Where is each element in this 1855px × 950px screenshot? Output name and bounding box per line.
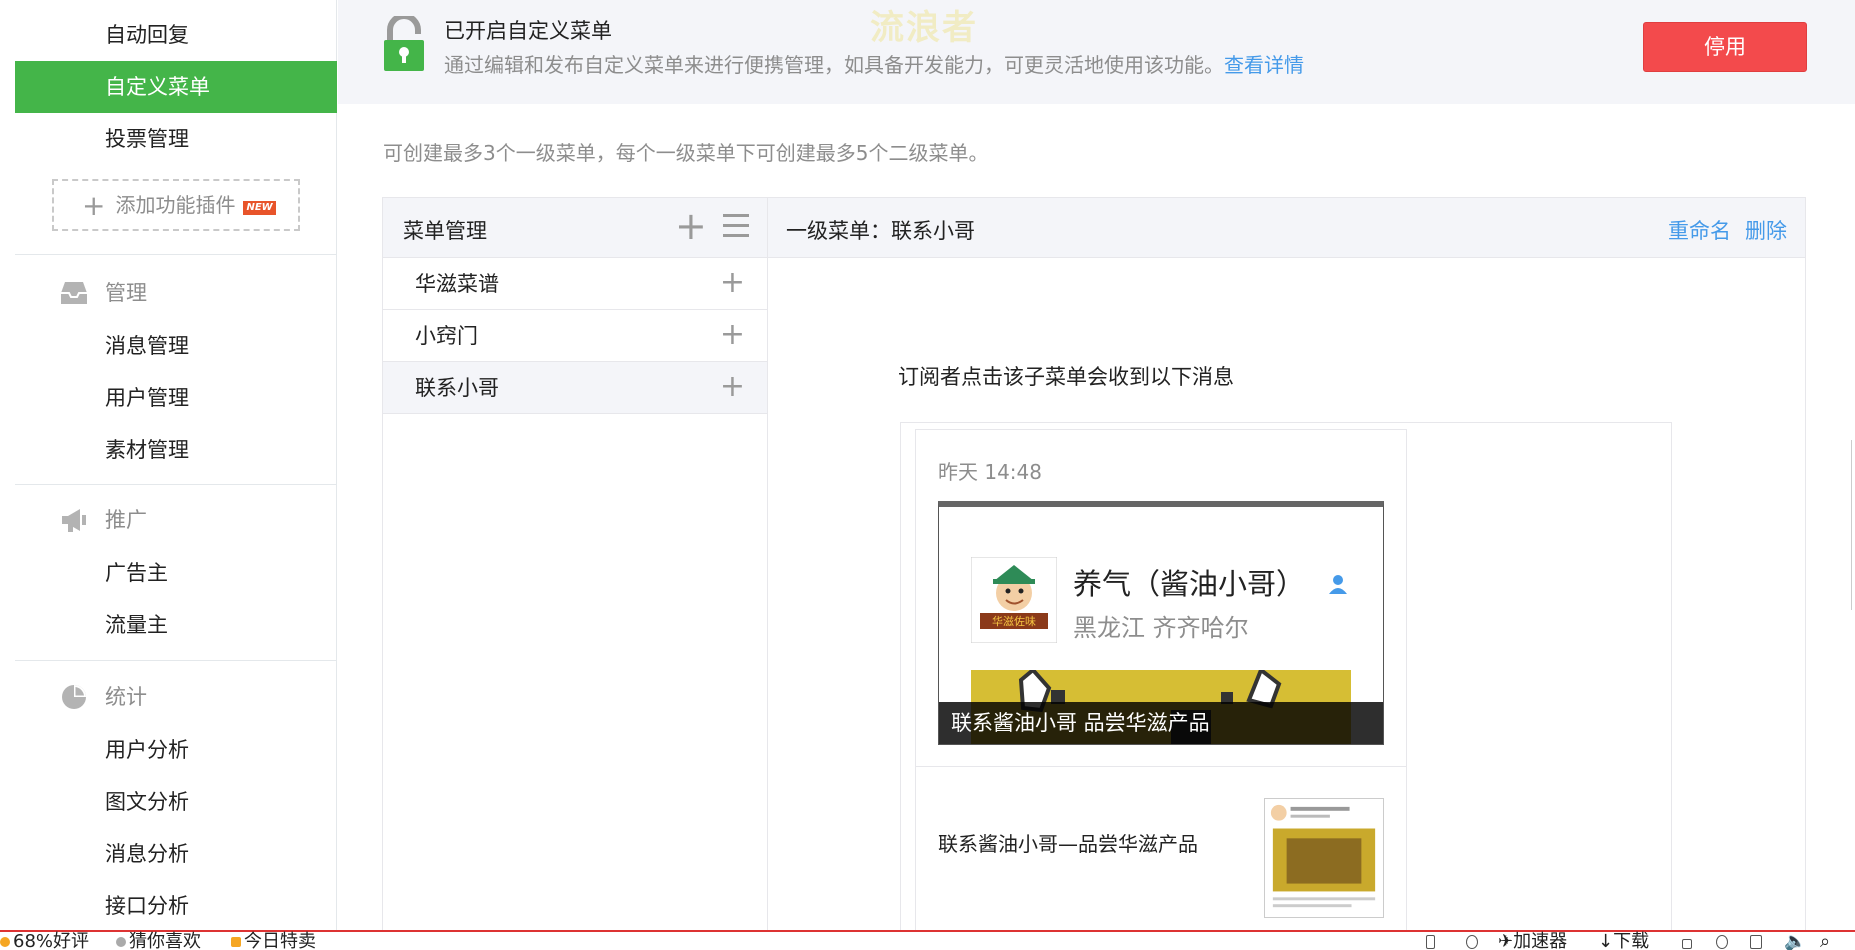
user-icon [1329,575,1347,594]
menu-status-banner: 已开启自定义菜单 通过编辑和发布自定义菜单来进行便携管理，如具备开发能力，可更灵… [338,0,1855,104]
sidebar-item-messages[interactable]: 消息管理 [15,320,337,372]
sidebar-item-api-analysis[interactable]: 接口分析 [15,880,337,932]
flag-icon[interactable] [1682,933,1695,950]
menu-item-label: 华滋菜谱 [415,272,499,296]
banner-description: 通过编辑和发布自定义菜单来进行便携管理，如具备开发能力，可更灵活地使用该功能。查… [444,49,1304,78]
sidebar-item-users[interactable]: 用户管理 [15,372,337,424]
add-submenu-icon[interactable]: + [720,310,745,360]
sidebar-section-title: 推广 [105,508,147,532]
menu-detail-header: 一级菜单：联系小哥 重命名 删除 [768,198,1805,258]
message-time: 昨天 14:48 [938,460,1042,484]
menu-item-contact[interactable]: 联系小哥 + [383,362,767,414]
menu-limit-tip: 可创建最多3个一级菜单，每个一级菜单下可创建最多5个二级菜单。 [383,141,989,165]
menu-list-panel: 菜单管理 + 华滋菜谱 + 小窍门 + 联系小哥 + [383,198,768,950]
sub-article-title[interactable]: 联系酱油小哥—品尝华滋产品 [938,828,1198,857]
banner-title: 已开启自定义菜单 [444,19,612,43]
menu-list-header: 菜单管理 + [383,198,767,258]
add-menu-icon[interactable]: + [675,206,707,246]
menu-item-label: 联系小哥 [415,376,499,400]
sidebar-divider [15,254,337,255]
deals-label: 今日特卖 [244,931,316,950]
pie-chart-icon [62,685,86,709]
view-details-link[interactable]: 查看详情 [1224,53,1304,77]
menu-item-label: 小窍门 [415,324,478,348]
megaphone-icon [62,509,86,532]
sidebar-item-custom-menu[interactable]: 自定义菜单 [15,61,337,113]
sidebar-item-advertiser[interactable]: 广告主 [15,547,337,599]
guess-icon [116,937,126,947]
refresh-icon[interactable] [1466,933,1481,950]
add-plugin-button[interactable]: + 添加功能插件 NEW [52,179,300,231]
menu-editor: 菜单管理 + 华滋菜谱 + 小窍门 + 联系小哥 + 一级菜单：联系小哥 重命名… [382,197,1806,950]
receive-message-label: 订阅者点击该子菜单会收到以下消息 [898,365,1234,389]
sidebar-section-title: 管理 [105,281,147,305]
rating-icon [0,937,10,947]
inbox-icon [61,282,87,304]
sidebar-item-materials[interactable]: 素材管理 [15,424,337,476]
sidebar-item-article-analysis[interactable]: 图文分析 [15,776,337,828]
menu-detail-title: 一级菜单：联系小哥 [786,219,975,243]
watermark-text: 流浪者 [870,8,978,48]
volume-icon[interactable]: 🔈 [1784,933,1806,950]
profile-location: 黑龙江 齐齐哈尔 [1073,614,1249,642]
sub-article-thumbnail [1264,798,1384,918]
sidebar: 自动回复 自定义菜单 投票管理 + 添加功能插件 NEW 管理 消息管理 用户管理 … [15,0,337,930]
gift-icon [231,937,241,947]
message-divider [916,766,1406,767]
browser-status-bar: 68%好评 猜你喜欢 今日特卖 ✈加速器 ↓下载 🔈 ⌕ [0,930,1855,950]
sidebar-item-message-analysis[interactable]: 消息分析 [15,828,337,880]
sidebar-divider [15,484,337,485]
sidebar-item-user-analysis[interactable]: 用户分析 [15,724,337,776]
guess-label: 猜你喜欢 [129,931,201,950]
rating-item[interactable]: 68%好评 [0,933,89,950]
sidebar-divider [15,660,337,661]
message-preview-area: 昨天 14:48 华滋佐味 养气（酱油小哥） 黑龙江 齐齐哈尔 联系酱油小哥 品… [900,422,1672,950]
sidebar-section-promotion: 推广 [15,494,337,546]
zoom-icon[interactable]: ⌕ [1820,933,1830,950]
message-preview-card: 昨天 14:48 华滋佐味 养气（酱油小哥） 黑龙江 齐齐哈尔 联系酱油小哥 品… [915,429,1407,950]
rename-link[interactable]: 重命名 [1668,219,1731,243]
plus-icon: + [82,189,106,222]
unlocked-lock-icon [384,16,424,71]
menu-item-recipes[interactable]: 华滋菜谱 + [383,258,767,310]
add-plugin-label: 添加功能插件 [115,193,236,217]
deals-item[interactable]: 今日特卖 [231,933,316,950]
cover-caption: 联系酱油小哥 品尝华滋产品 [939,702,1383,744]
accelerator-item[interactable]: ✈加速器 [1498,933,1567,950]
sort-menu-icon[interactable] [723,214,749,238]
guess-item[interactable]: 猜你喜欢 [116,933,201,950]
sidebar-item-traffic-owner[interactable]: 流量主 [15,599,337,651]
window-icon[interactable] [1750,933,1765,950]
ie-icon[interactable] [1716,933,1731,950]
download-item[interactable]: ↓下载 [1598,933,1649,950]
scrollbar[interactable] [1851,440,1855,610]
menu-detail-actions: 重命名 删除 [1654,215,1787,245]
accelerator-label: 加速器 [1513,931,1568,950]
delete-link[interactable]: 删除 [1745,219,1787,243]
message-cover[interactable]: 华滋佐味 养气（酱油小哥） 黑龙江 齐齐哈尔 联系酱油小哥 品尝华滋产品 [938,501,1384,745]
sidebar-section-statistics: 统计 [15,671,337,723]
add-submenu-icon[interactable]: + [720,258,745,308]
download-label: 下载 [1613,931,1650,950]
avatar-logo-text: 华滋佐味 [992,614,1036,628]
sidebar-section-title: 统计 [105,685,147,709]
disable-menu-button[interactable]: 停用 [1643,22,1807,72]
menu-item-tips[interactable]: 小窍门 + [383,310,767,362]
rocket-icon: ✈ [1498,931,1514,950]
menu-detail-panel: 一级菜单：联系小哥 重命名 删除 订阅者点击该子菜单会收到以下消息 昨天 14:4… [768,198,1805,950]
profile-name: 养气（酱油小哥） [1073,567,1306,601]
download-icon: ↓ [1598,931,1614,950]
sidebar-section-manage: 管理 [15,267,337,319]
sidebar-item-auto-reply[interactable]: 自动回复 [15,9,337,61]
banner-description-text: 通过编辑和发布自定义菜单来进行便携管理，如具备开发能力，可更灵活地使用该功能。 [444,53,1224,77]
rating-label: 68%好评 [13,931,90,950]
new-badge: NEW [243,201,276,215]
phone-icon[interactable] [1426,933,1438,950]
add-submenu-icon[interactable]: + [720,362,745,412]
menu-list-title: 菜单管理 [403,219,487,243]
sidebar-item-vote-management[interactable]: 投票管理 [15,113,337,165]
avatar: 华滋佐味 [971,557,1057,643]
